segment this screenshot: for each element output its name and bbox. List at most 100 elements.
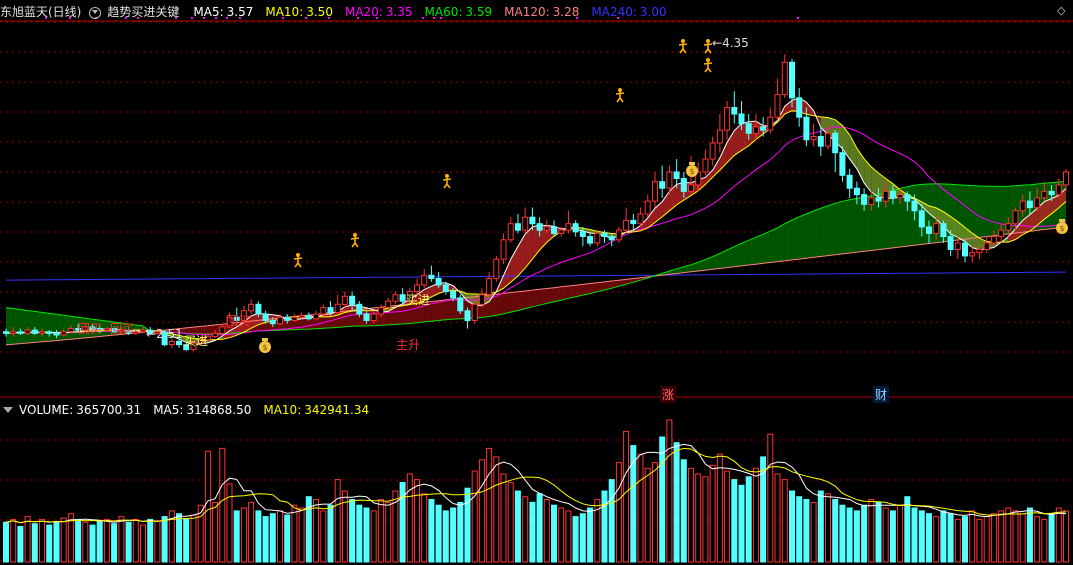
candle-up [998,229,1005,238]
volume-bar-down [572,516,579,563]
volume-bar-up [695,473,702,563]
volume-bar-up [990,513,997,563]
candle-up [954,242,961,250]
candle-up [781,61,788,96]
candle-down [572,223,579,233]
ma5-ma10-band [734,123,742,156]
candle-up [1034,197,1041,209]
volume-bar-down [435,504,442,563]
ma60-ma120-band [828,203,836,256]
candle-down [327,307,334,313]
volume-bar-down [789,490,795,563]
main-rise-label: 主升 [396,338,421,352]
ma60-ma120-band [20,309,28,344]
candle-down [796,97,803,118]
candle-up [702,158,709,173]
volume-bar-down [147,518,154,563]
candle-up [298,315,305,318]
candle-down [601,232,608,238]
candle-down [464,310,471,321]
ma60-ma120-band [56,314,64,341]
person-icon [703,39,713,54]
volume-bar-up [154,520,161,563]
volume-bar-up [240,507,247,563]
candle-down [529,216,536,225]
ma60-ma120-band [777,223,785,262]
volume-bar-down [918,510,925,563]
candle-up [1041,190,1048,199]
volume-bar-down [832,499,839,563]
ma60-ma120-band [6,307,14,345]
ma20-label: MA20: [344,5,383,19]
candle-down [817,136,824,147]
person-icon [442,174,452,189]
volume-bar-up [1063,510,1069,563]
candle-up [522,216,529,231]
cai-marker[interactable]: 财 [873,386,890,403]
ma60-value: 3.59 [465,5,493,19]
volume-bar-up [652,462,658,563]
ma60-ma120-band [344,310,353,327]
volume-bar-up [623,430,630,563]
volume-label: VOLUME: [19,403,74,417]
ma60-ma120-band [791,216,800,260]
candle-down [745,123,752,134]
candle-up [565,223,572,231]
volume-bar-down [579,513,586,563]
volume-bar-down [161,516,168,563]
volume-bar-down [428,499,435,563]
candle-down [875,197,882,202]
candle-up [421,274,428,286]
volume-bar-up [298,507,305,563]
candle-down [630,219,637,225]
volume-bar-up [471,470,478,563]
high-price-label: ←4.35 [712,36,749,50]
volume-bar-down [457,501,464,563]
candle-down [442,284,449,292]
volume-bar-down [861,504,868,563]
candle-up [1055,184,1062,196]
volume-bar-down [962,516,968,563]
stock-title[interactable]: 东旭蓝天(日线) [0,5,81,19]
volume-bar-up [82,521,89,563]
volume-bar-up [377,499,384,563]
candle-up [709,142,716,160]
ma60-ma120-band [763,231,771,264]
volume-bar-up [1055,507,1062,563]
ma20-value: 3.35 [385,5,413,19]
candle-up [67,328,74,333]
kline-chart[interactable]: $ $ $ [0,0,1073,565]
candle-up [767,116,774,131]
money-bag-icon: $ [259,338,271,353]
ma60-ma120-band [849,198,857,254]
ma240-value: 3.00 [639,5,667,19]
collapse-icon[interactable] [3,407,13,413]
vol-ma10-label: MA10: [263,403,302,417]
volume-bar-up [969,510,976,563]
zhang-marker[interactable]: 涨 [660,386,677,403]
ma60-ma120-band [207,324,216,335]
indicator-name[interactable]: 趋势买进关键 [107,5,179,19]
volume-bar-down [587,507,594,563]
ma60-ma120-band [539,288,547,306]
candle-down [911,200,918,212]
volume-bar-up [320,510,327,563]
money-bag-icon: $ [686,162,698,177]
volume-bar-up [132,518,139,563]
candle-up [385,300,392,309]
diamond-icon[interactable]: ◇ [1057,4,1065,17]
candle-up [377,307,384,315]
ma60-ma120-band [395,304,403,325]
collapse-icon[interactable] [89,6,102,19]
volume-bar-up [421,493,428,563]
volume-bar-up [998,510,1005,563]
ma60-ma120-band [63,315,71,340]
ma60-ma120-band [510,291,518,313]
volume-bar-up [507,482,514,563]
volume-bar-up [212,501,219,563]
ma60-ma120-band [445,299,454,320]
candle-up [291,316,298,321]
candle-down [356,303,363,315]
candle-down [918,210,925,228]
ma60-ma120-band [813,208,821,258]
